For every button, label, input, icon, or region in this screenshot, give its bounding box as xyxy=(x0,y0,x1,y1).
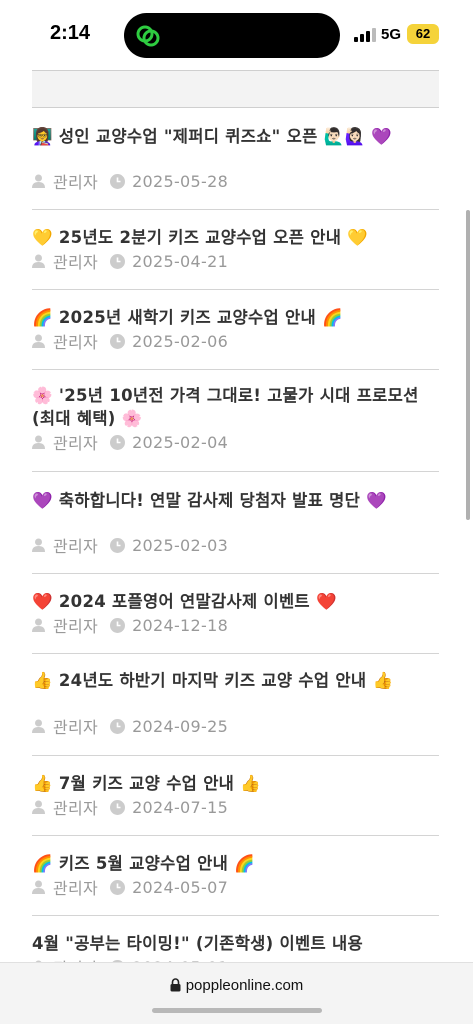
list-item[interactable]: 💛 25년도 2분기 키즈 교양수업 오픈 안내 💛 관리자 2025-04-2… xyxy=(32,210,439,290)
post-author: 관리자 xyxy=(53,434,99,453)
list-item[interactable]: 👍 24년도 하반기 마지막 키즈 교양 수업 안내 👍 관리자 2024-09… xyxy=(32,654,439,756)
post-title[interactable]: 👍 7월 키즈 교양 수업 안내 👍 xyxy=(32,772,261,795)
clock-icon xyxy=(110,718,126,734)
post-author: 관리자 xyxy=(53,718,99,737)
post-date: 2025-05-28 xyxy=(132,171,229,191)
post-author: 관리자 xyxy=(53,333,99,352)
list-item[interactable]: 💜 축하합니다! 연말 감사제 당첨자 발표 명단 💜 관리자 2025-02-… xyxy=(32,472,439,574)
post-author: 관리자 xyxy=(53,879,99,898)
user-icon xyxy=(32,254,45,268)
user-icon xyxy=(32,719,45,733)
post-author: 관리자 xyxy=(53,617,99,636)
clock-icon xyxy=(110,617,126,633)
user-icon xyxy=(32,618,45,632)
url-display[interactable]: poppleonline.com xyxy=(0,977,473,994)
post-title[interactable]: 🌈 키즈 5월 교양수업 안내 🌈 xyxy=(32,852,255,875)
user-icon xyxy=(32,435,45,449)
post-date: 2025-02-03 xyxy=(132,535,229,555)
post-author: 관리자 xyxy=(53,799,99,818)
status-bar: 2:14 5G 62 xyxy=(0,0,473,70)
list-item[interactable]: 🌸 '25년 10년전 가격 그대로! 고물가 시대 프로모션 (최대 혜택) … xyxy=(32,370,439,472)
post-title[interactable]: 🌸 '25년 10년전 가격 그대로! 고물가 시대 프로모션 (최대 혜택) … xyxy=(32,384,439,430)
status-time: 2:14 xyxy=(50,22,91,44)
post-author: 관리자 xyxy=(53,173,99,192)
post-meta: 관리자 2025-02-04 xyxy=(32,430,228,454)
post-date: 2024-05-07 xyxy=(132,877,229,897)
clock-icon xyxy=(110,879,126,895)
post-title[interactable]: 💜 축하합니다! 연말 감사제 당첨자 발표 명단 💜 xyxy=(32,489,387,512)
post-meta: 관리자 2025-05-28 xyxy=(32,169,228,193)
list-item[interactable]: 🌈 키즈 5월 교양수업 안내 🌈 관리자 2024-05-07 xyxy=(32,836,439,916)
post-date: 2025-04-21 xyxy=(132,251,229,271)
user-icon xyxy=(32,800,45,814)
clock-icon xyxy=(110,434,126,450)
browser-address-bar[interactable]: poppleonline.com xyxy=(0,962,473,1024)
scrollbar[interactable] xyxy=(466,210,470,520)
clock-icon xyxy=(110,333,126,349)
post-title[interactable]: 👩‍🏫 성인 교양수업 "제퍼디 퀴즈쇼" 오픈 🙋🏻‍♂️🙋🏻‍♀️ 💜 xyxy=(32,125,392,148)
post-title[interactable]: 💛 25년도 2분기 키즈 교양수업 오픈 안내 💛 xyxy=(32,226,368,249)
board-header xyxy=(32,70,439,108)
clock-icon xyxy=(110,173,126,189)
post-title[interactable]: ❤️ 2024 포플영어 연말감사제 이벤트 ❤️ xyxy=(32,590,337,613)
list-item[interactable]: 🌈 2025년 새학기 키즈 교양수업 안내 🌈 관리자 2025-02-06 xyxy=(32,290,439,370)
list-item[interactable]: 👩‍🏫 성인 교양수업 "제퍼디 퀴즈쇼" 오픈 🙋🏻‍♂️🙋🏻‍♀️ 💜 관리… xyxy=(32,108,439,210)
network-label: 5G xyxy=(381,26,402,43)
post-date: 2024-09-25 xyxy=(132,716,229,736)
post-meta: 관리자 2024-05-07 xyxy=(32,875,228,899)
post-author: 관리자 xyxy=(53,253,99,272)
user-icon xyxy=(32,174,45,188)
clock-icon xyxy=(110,799,126,815)
post-title[interactable]: 🌈 2025년 새학기 키즈 교양수업 안내 🌈 xyxy=(32,306,343,329)
user-icon xyxy=(32,880,45,894)
dynamic-island[interactable] xyxy=(124,13,340,58)
post-meta: 관리자 2025-02-06 xyxy=(32,329,228,353)
post-date: 2025-02-04 xyxy=(132,432,229,452)
user-icon xyxy=(32,334,45,348)
post-meta: 관리자 2024-12-18 xyxy=(32,613,228,637)
url-text: poppleonline.com xyxy=(185,977,304,994)
post-meta: 관리자 2025-02-03 xyxy=(32,533,228,557)
post-meta: 관리자 2025-04-21 xyxy=(32,249,228,273)
notice-board: 👩‍🏫 성인 교양수업 "제퍼디 퀴즈쇼" 오픈 🙋🏻‍♂️🙋🏻‍♀️ 💜 관리… xyxy=(32,70,439,996)
home-indicator[interactable] xyxy=(152,1008,322,1013)
post-title[interactable]: 4월 "공부는 타이밍!" (기존학생) 이벤트 내용 xyxy=(32,932,363,955)
post-title[interactable]: 👍 24년도 하반기 마지막 키즈 교양 수업 안내 👍 xyxy=(32,669,432,692)
lock-icon xyxy=(170,978,181,992)
list-item[interactable]: ❤️ 2024 포플영어 연말감사제 이벤트 ❤️ 관리자 2024-12-18 xyxy=(32,574,439,654)
user-icon xyxy=(32,538,45,552)
post-date: 2024-07-15 xyxy=(132,797,229,817)
post-meta: 관리자 2024-09-25 xyxy=(32,714,228,738)
post-date: 2025-02-06 xyxy=(132,331,229,351)
clock-icon xyxy=(110,253,126,269)
chat-link-icon xyxy=(136,25,160,47)
clock-icon xyxy=(110,537,126,553)
battery-icon: 62 xyxy=(407,24,439,44)
signal-icon xyxy=(354,28,376,42)
post-date: 2024-12-18 xyxy=(132,615,229,635)
post-author: 관리자 xyxy=(53,537,99,556)
list-item[interactable]: 👍 7월 키즈 교양 수업 안내 👍 관리자 2024-07-15 xyxy=(32,756,439,836)
post-meta: 관리자 2024-07-15 xyxy=(32,795,228,819)
